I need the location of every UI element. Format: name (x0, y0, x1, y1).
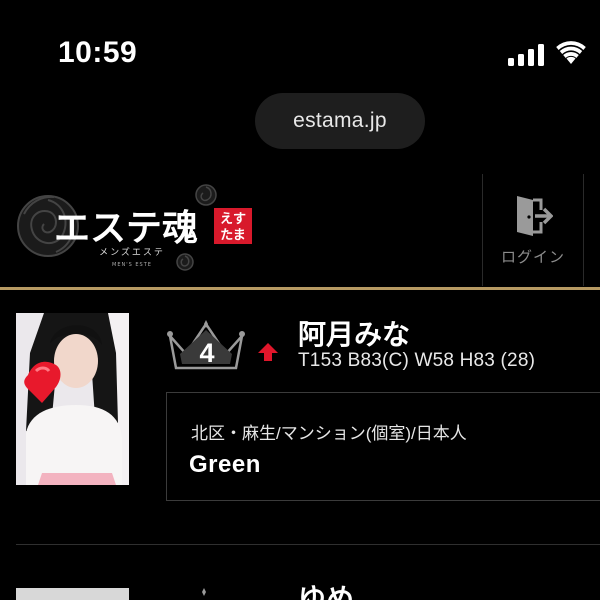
rank-up-arrow-icon (258, 343, 278, 361)
login-button[interactable]: ログイン (482, 174, 584, 286)
logo-title: エステ魂 (54, 208, 198, 248)
url-text: estama.jp (293, 109, 387, 132)
site-header: エステ魂 えす たま メンズエステ MEN'S ESTE ログイン (0, 172, 600, 288)
girl-photo[interactable] (16, 588, 129, 600)
shop-name: Green (189, 451, 261, 478)
site-logo[interactable]: エステ魂 えす たま メンズエステ MEN'S ESTE (14, 178, 254, 278)
shop-info-box[interactable]: 北区・麻生/マンション(個室)/日本人 Green (166, 392, 600, 501)
girl-name[interactable]: ゆめ (298, 585, 354, 600)
cellular-signal-icon (508, 44, 546, 66)
browser-url-bar[interactable]: estama.jp (255, 93, 425, 149)
svg-text:たま: たま (220, 228, 246, 243)
crown-icon (202, 588, 206, 596)
wifi-icon (556, 41, 586, 64)
status-bar: 10:59 (0, 0, 600, 90)
header-divider (0, 287, 600, 290)
svg-text:MEN'S ESTE: MEN'S ESTE (112, 262, 152, 268)
shop-area: 北区・麻生/マンション(個室)/日本人 (191, 424, 467, 443)
status-time: 10:59 (58, 36, 138, 69)
profile-photo-illustration (16, 313, 129, 485)
girl-stats: T153 B83(C) W58 H83 (28) (298, 350, 536, 371)
svg-text:えす: えす (220, 212, 246, 227)
login-door-icon (517, 196, 553, 236)
login-label: ログイン (500, 249, 565, 266)
list-divider (16, 544, 600, 545)
rank-number: 4 (199, 338, 215, 368)
girl-photo[interactable] (16, 313, 129, 485)
svg-text:メンズエステ: メンズエステ (99, 246, 165, 258)
girl-name[interactable]: 阿月みな (298, 313, 410, 353)
